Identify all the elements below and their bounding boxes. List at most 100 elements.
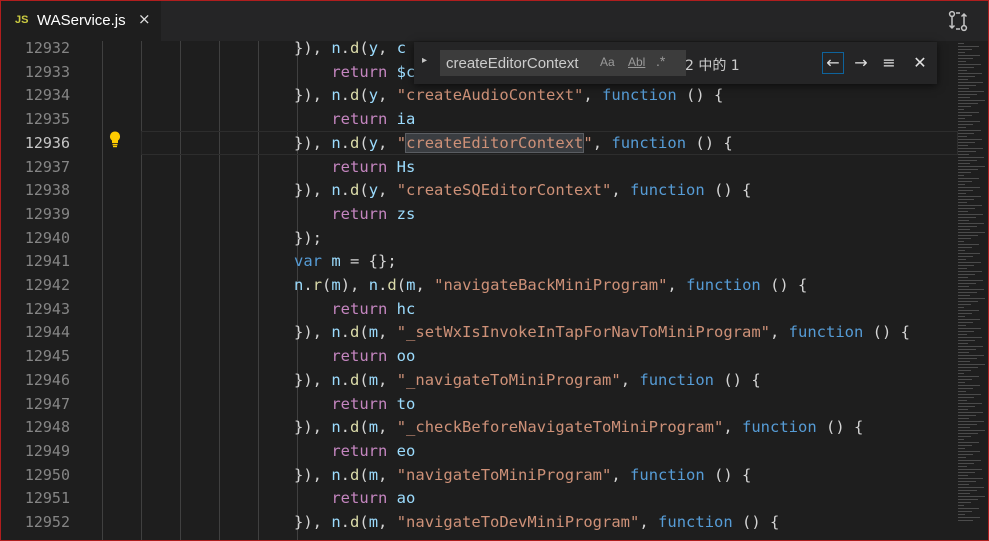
minimap[interactable] — [956, 41, 988, 540]
line-number: 12939 — [24, 204, 70, 223]
open-changes-icon[interactable] — [947, 10, 969, 32]
code-text: return ao — [331, 489, 416, 508]
find-widget: ▸ createEditorContext Aa Abl .* 2 中的 1 ←… — [414, 42, 937, 84]
minimap-line — [958, 73, 982, 74]
line-number: 12943 — [24, 299, 70, 318]
code-line[interactable]: 12938}), n.d(y, "createSQEditorContext",… — [1, 178, 988, 202]
code-line[interactable]: 12946}), n.d(m, "_navigateToMiniProgram"… — [1, 368, 988, 392]
minimap-line — [958, 442, 979, 443]
line-number: 12941 — [24, 252, 70, 271]
code-line[interactable]: 12947 return to — [1, 392, 988, 416]
tab-waservice-js[interactable]: JS WAService.js × — [1, 1, 162, 41]
close-find-icon[interactable]: ✕ — [909, 52, 931, 74]
code-text: return oo — [331, 347, 416, 366]
minimap-line — [958, 274, 975, 275]
line-number: 12947 — [24, 394, 70, 413]
code-text: return eo — [331, 441, 416, 460]
minimap-line — [958, 427, 970, 428]
minimap-line — [958, 202, 967, 203]
minimap-line — [958, 475, 968, 476]
code-line[interactable]: 12936 }), n.d(y, "createEditorContext", f… — [1, 130, 988, 155]
code-line[interactable]: 12940}); — [1, 226, 988, 250]
match-case-icon[interactable]: Aa — [600, 55, 615, 69]
match-count: 2 中的 1 — [685, 58, 740, 74]
minimap-line — [958, 268, 967, 269]
minimap-line — [958, 85, 976, 86]
minimap-line — [958, 487, 984, 488]
line-number: 12936 — [24, 133, 70, 152]
minimap-line — [958, 496, 985, 497]
minimap-line — [958, 304, 971, 305]
find-input[interactable]: createEditorContext Aa Abl .* — [440, 50, 686, 76]
regex-icon[interactable]: .* — [656, 53, 665, 69]
code-line[interactable]: 12952}), n.d(m, "navigateToDevMiniProgra… — [1, 510, 988, 534]
code-line[interactable]: 12945 return oo — [1, 344, 988, 368]
minimap-line — [958, 325, 966, 326]
code-line[interactable]: 12937 return Hs — [1, 155, 988, 179]
code-line[interactable]: 12950}), n.d(m, "navigateToMiniProgram",… — [1, 463, 988, 487]
minimap-line — [958, 505, 964, 506]
minimap-line — [958, 64, 981, 65]
minimap-line — [958, 334, 967, 335]
minimap-line — [958, 328, 981, 329]
minimap-line — [958, 265, 974, 266]
code-line[interactable]: 12943 return hc — [1, 297, 988, 321]
minimap-line — [958, 379, 972, 380]
code-line[interactable]: 12935 return ia — [1, 107, 988, 131]
code-text: }), n.d(m, "_setWxIsInvokeInTapForNavToM… — [294, 323, 910, 342]
toggle-replace-icon[interactable]: ▸ — [422, 55, 427, 66]
tab-file-name: WAService.js — [37, 12, 126, 29]
code-line[interactable]: 12941 var m = {}; — [1, 249, 988, 273]
minimap-line — [958, 520, 973, 521]
whole-word-icon[interactable]: Abl — [628, 55, 645, 69]
code-editor[interactable]: 12932}), n.d(y, c 12933 return $c 12934}),… — [1, 41, 988, 540]
close-tab-icon[interactable]: × — [138, 10, 151, 28]
code-text: }), n.d(y, "createEditorContext", functi… — [294, 132, 733, 153]
line-number: 12951 — [24, 489, 70, 508]
minimap-line — [958, 445, 972, 446]
minimap-line — [958, 118, 965, 119]
minimap-line — [958, 457, 966, 458]
minimap-line — [958, 340, 975, 341]
minimap-line — [958, 106, 971, 107]
minimap-line — [958, 184, 965, 185]
minimap-line — [958, 139, 982, 140]
minimap-line — [958, 214, 983, 215]
next-match-icon[interactable]: → — [850, 52, 872, 74]
code-text: n.r(m), n.d(m, "navigateBackMiniProgram"… — [294, 276, 808, 294]
minimap-line — [958, 244, 979, 245]
line-number: 12937 — [24, 157, 70, 176]
minimap-line — [958, 169, 978, 170]
minimap-line — [958, 508, 979, 509]
code-text: }), n.d(y, c — [294, 41, 407, 57]
code-text: var m = {}; — [294, 252, 397, 271]
minimap-line — [958, 397, 974, 398]
find-in-selection-icon[interactable]: ≡ — [878, 52, 900, 74]
previous-match-icon[interactable]: ← — [822, 52, 844, 74]
line-number: 12934 — [24, 86, 70, 105]
minimap-line — [958, 271, 982, 272]
minimap-line — [958, 307, 964, 308]
minimap-line — [958, 430, 985, 431]
minimap-line — [958, 355, 984, 356]
code-line[interactable]: 12939 return zs — [1, 202, 988, 226]
minimap-line — [958, 460, 981, 461]
line-number: 12942 — [24, 276, 70, 294]
minimap-line — [958, 478, 983, 479]
minimap-line — [958, 352, 969, 353]
code-line[interactable]: 12942 n.r(m), n.d(m, "navigateBackMiniPro… — [1, 273, 988, 297]
code-line[interactable]: 12949 return eo — [1, 439, 988, 463]
minimap-line — [958, 484, 969, 485]
lightbulb-icon[interactable] — [107, 130, 123, 148]
minimap-line — [958, 175, 964, 176]
minimap-line — [958, 286, 969, 287]
code-line[interactable]: 12934}), n.d(y, "createAudioContext", fu… — [1, 83, 988, 107]
minimap-line — [958, 229, 970, 230]
minimap-line — [958, 499, 978, 500]
minimap-line — [958, 46, 979, 47]
line-number: 12940 — [24, 228, 70, 247]
code-text: }), n.d(m, "_navigateToMiniProgram", fun… — [294, 370, 761, 389]
code-line[interactable]: 12951 return ao — [1, 486, 988, 510]
code-line[interactable]: 12944}), n.d(m, "_setWxIsInvokeInTapForN… — [1, 320, 988, 344]
code-line[interactable]: 12948}), n.d(m, "_checkBeforeNavigateToM… — [1, 415, 988, 439]
